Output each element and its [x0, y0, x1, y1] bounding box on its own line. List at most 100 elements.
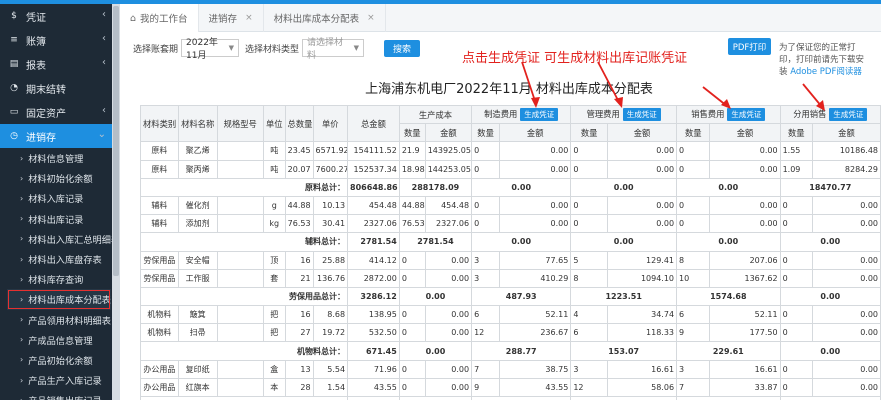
generate-voucher-button[interactable]: 生成凭证	[622, 108, 661, 122]
subitem-label: 产成品信息管理	[28, 335, 93, 347]
sidebar-subitem[interactable]: › 产品生产入库记录	[0, 370, 112, 390]
subtotal-value: 0.00	[471, 232, 572, 252]
sidebar-menu-item[interactable]: $ 凭证 ‹	[0, 4, 112, 28]
sidebar-subitem[interactable]: › 材料初始化余额	[0, 168, 112, 188]
tab[interactable]: 材料出库成本分配表 ×	[264, 4, 386, 32]
subheader-cell: 金额	[424, 123, 473, 143]
sidebar-menu-item[interactable]: ▭ 固定资产 ‹	[0, 100, 112, 124]
table-cell: 0.00	[424, 250, 473, 270]
subtotal-value: 50.48	[676, 395, 781, 400]
subtotal-value: 229.61	[676, 341, 781, 361]
generate-voucher-button[interactable]: 生成凭证	[829, 108, 868, 122]
table-cell: 0	[398, 323, 426, 343]
material-type-select[interactable]: 请选择材料 ▼	[302, 38, 365, 61]
table-cell: 16.61	[606, 359, 678, 379]
table-cell: 2872.00	[347, 268, 400, 288]
pdf-print-button[interactable]: PDF打印	[728, 38, 771, 55]
sidebar-subitem[interactable]: › 材料信息管理	[0, 148, 112, 168]
table-cell: 0	[779, 268, 813, 288]
sidebar-subitem[interactable]: › 材料出入库汇总明细表	[0, 229, 112, 249]
generate-voucher-button[interactable]: 生成凭证	[727, 108, 766, 122]
table-cell: 16	[284, 305, 314, 325]
table-cell: 聚乙烯	[177, 141, 218, 161]
table-cell: 5	[570, 250, 608, 270]
table-cell	[216, 195, 264, 216]
table-cell: 辅料	[140, 195, 179, 216]
menu-icon: ◔	[10, 83, 18, 93]
subitem-label: 材料库存查询	[28, 275, 84, 287]
table-cell: 6	[676, 305, 711, 325]
subheader-cell: 数量	[676, 123, 711, 143]
subitem-label: 材料出库记录	[28, 214, 84, 226]
subtotal-value: 207.45	[347, 395, 400, 400]
table-cell: 0.00	[811, 359, 881, 379]
sidebar-scroll-thumb[interactable]	[113, 6, 119, 276]
table-cell: 本	[262, 377, 286, 398]
table-cell: 0.00	[424, 268, 473, 288]
sidebar-menu-item[interactable]: ◷ 进销存 ⌄	[0, 124, 112, 148]
sidebar-subitem[interactable]: › 材料出库成本分配表	[7, 289, 111, 310]
menu-icon: ▤	[9, 59, 19, 69]
table-cell: 0.00	[424, 323, 473, 343]
table-cell: 0	[676, 214, 711, 234]
adobe-reader-link[interactable]: Adobe PDF阅读器	[790, 67, 862, 77]
table-cell: 0	[398, 268, 426, 288]
table-cell: 8	[570, 268, 608, 288]
table-cell: 12	[570, 377, 608, 398]
chevron-down-icon: ▼	[228, 44, 235, 52]
subtotal-value: 1574.68	[676, 286, 781, 307]
table-cell: 催化剂	[177, 195, 218, 216]
table-cell: 52.11	[499, 305, 572, 325]
sidebar-subitem[interactable]: › 产成品信息管理	[0, 330, 112, 350]
sidebar-subitem[interactable]: › 材料库存查询	[0, 269, 112, 289]
tab[interactable]: ⌂ 我的工作台	[120, 4, 199, 32]
table-cell: 0	[779, 377, 813, 398]
subtotal-value: 2781.54	[398, 232, 473, 252]
sidebar-subitem[interactable]: › 产品领用材料明细表	[0, 310, 112, 330]
close-icon[interactable]: ×	[245, 13, 253, 23]
table-cell: 4	[570, 305, 608, 325]
table-cell: 顶	[262, 250, 286, 270]
table-cell: g	[262, 195, 286, 216]
sidebar-menu-item[interactable]: ▤ 报表 ‹	[0, 52, 112, 76]
sidebar-menu-item[interactable]: ◔ 期末结转	[0, 76, 112, 100]
table-cell: 0.00	[499, 195, 572, 216]
subitem-label: 材料初始化余额	[28, 174, 93, 186]
sidebar-subitem[interactable]: › 材料出入库盘存表	[0, 249, 112, 269]
subtotal-value: 0.00	[779, 395, 881, 400]
table-cell: 71.96	[347, 359, 400, 379]
header-label: 销售费用	[691, 109, 725, 120]
close-icon[interactable]: ×	[367, 13, 375, 23]
table-cell: 工作服	[177, 268, 218, 288]
table-cell: 33.87	[709, 377, 781, 398]
table-cell: 劳保用品	[140, 268, 179, 288]
subitem-label: 产品生产入库记录	[28, 376, 102, 388]
table-cell: 28	[284, 377, 314, 398]
table-cell	[216, 377, 264, 398]
tab-bar: ⌂ 我的工作台 进销存 × 材料出库成本分配表 ×	[120, 4, 881, 32]
menu-label: 账簿	[26, 36, 46, 48]
period-select[interactable]: 2022年11月 ▼	[181, 38, 240, 61]
table-cell: 414.12	[347, 250, 400, 270]
table-cell: 辅料	[140, 214, 179, 234]
table-cell: 0.00	[709, 159, 781, 179]
table-cell: 1094.10	[606, 268, 678, 288]
menu-label: 期末结转	[26, 84, 66, 96]
sidebar-subitem[interactable]: › 产品销售出库记录	[0, 390, 112, 400]
chevron-right-icon: ›	[20, 234, 24, 244]
sidebar-menu-item[interactable]: ≡ 账簿 ‹	[0, 28, 112, 52]
table-cell: 6	[471, 305, 501, 325]
subheader-cell: 金额	[606, 123, 678, 143]
chevron-right-icon: ›	[20, 193, 24, 203]
material-type-label: 选择材料类型	[245, 44, 300, 55]
search-button[interactable]: 搜索	[384, 39, 421, 57]
generate-voucher-button[interactable]: 生成凭证	[520, 108, 559, 122]
sidebar-subitem[interactable]: › 材料入库记录	[0, 188, 112, 208]
sidebar-subitem[interactable]: › 产品初始化余额	[0, 350, 112, 370]
table-cell: 34.74	[606, 305, 678, 325]
subtotal-value: 0.00	[676, 177, 781, 197]
sidebar-subitem[interactable]: › 材料出库记录	[0, 209, 112, 229]
subtotal-value: 0.00	[779, 341, 881, 361]
tab[interactable]: 进销存 ×	[199, 4, 264, 32]
table-cell: 0.00	[424, 377, 473, 398]
